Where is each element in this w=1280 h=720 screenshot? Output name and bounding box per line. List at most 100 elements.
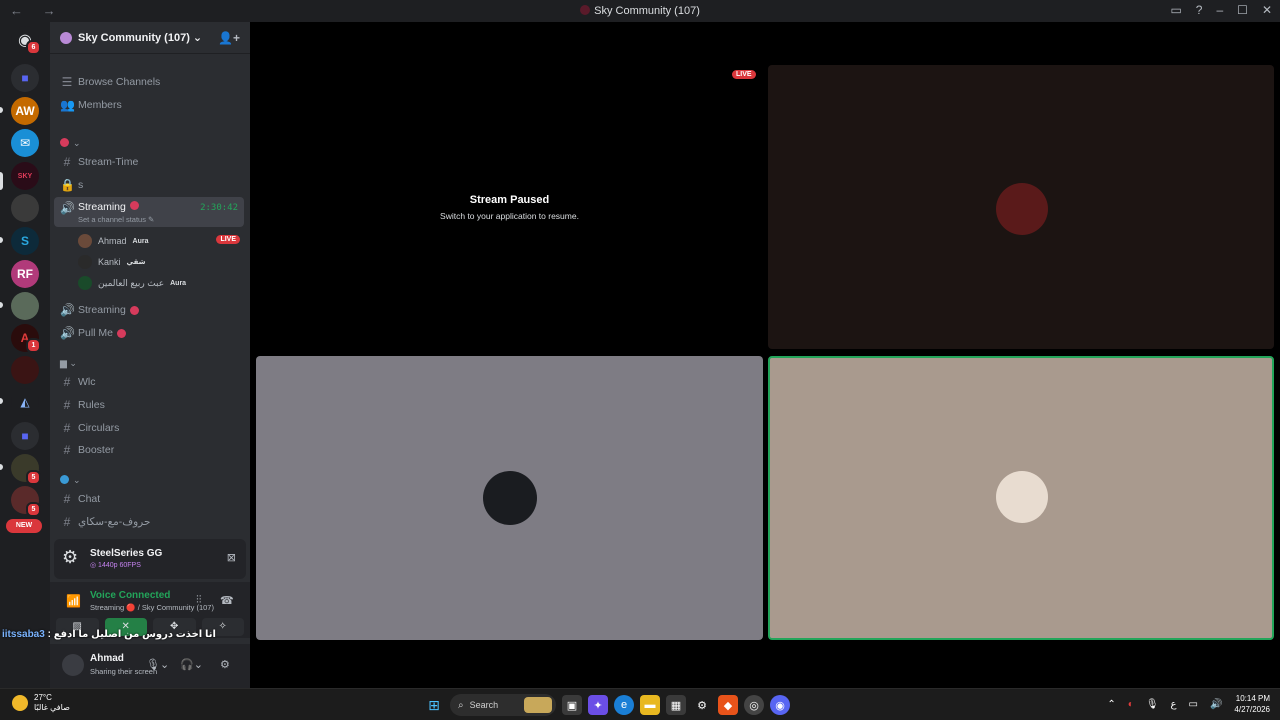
server-g-badge: 5 (26, 470, 41, 485)
windows-start-icon[interactable]: ⊞ (424, 695, 444, 715)
edge-icon[interactable]: e (614, 695, 634, 715)
channel-label: s (78, 179, 84, 191)
store-icon[interactable]: ▦ (666, 695, 686, 715)
voice-channel-pull-me[interactable]: 🔊 Pull Me (54, 323, 244, 343)
speaker-icon: 🔊 (60, 326, 75, 340)
tray-app-icon[interactable]: ◐ (1128, 699, 1134, 710)
brave-icon[interactable]: ◆ (718, 695, 738, 715)
hash-icon: # (63, 155, 71, 169)
paused-stream-tile[interactable]: Stream Paused Switch to your application… (256, 65, 763, 349)
weather-widget[interactable]: 27°C صافي غالبًا (12, 693, 70, 713)
noise-suppression-icon[interactable]: ⫶⫶ (196, 594, 202, 607)
channel-label: Streaming (78, 304, 126, 316)
server-sky-icon[interactable]: SKY (11, 162, 39, 190)
obs-icon[interactable]: ◎ (744, 695, 764, 715)
channel-label: Chat (78, 493, 101, 505)
server-aw-icon[interactable]: AW (11, 97, 39, 125)
avatar (78, 234, 92, 248)
steelseries-taskbar-icon[interactable]: ⚙ (692, 695, 712, 715)
voice-user-kanki[interactable]: Kanki شقي (78, 252, 244, 272)
channel-arabic[interactable]: # حروف-مع-سكاي (54, 512, 244, 532)
server-mountain-icon[interactable]: ◭ (11, 388, 39, 416)
server-portrait-icon[interactable] (11, 292, 39, 320)
channel-wlc[interactable]: # Wlc (54, 372, 244, 392)
taskbar-search[interactable]: ⌕ Search (450, 694, 556, 716)
avatar (78, 276, 92, 290)
stream-paused-title: Stream Paused (469, 194, 550, 206)
copilot-icon[interactable]: ✦ (588, 695, 608, 715)
live-badge: LIVE (216, 235, 240, 244)
tray-chevron-icon[interactable]: ⌃ (1107, 699, 1115, 710)
server-badge-icon (60, 31, 72, 44)
window-title-text: Sky Community (107) (594, 5, 700, 17)
disconnect-icon[interactable]: ☎ (220, 594, 234, 607)
server-controller-icon[interactable]: ✉ (11, 129, 39, 157)
voice-user-name: Kanki (98, 257, 121, 267)
category-2[interactable]: ▆ ⌄ (60, 358, 77, 369)
network-icon[interactable]: ▭ (1189, 699, 1198, 710)
steelseries-name: SteelSeries GG (90, 548, 163, 559)
server-header[interactable]: Sky Community (107) ⌄ 👤+ (50, 22, 250, 54)
close-icon[interactable]: ✕ (1262, 3, 1272, 17)
volume-icon[interactable]: 🔊 (1210, 699, 1222, 710)
search-label: Search (469, 700, 499, 710)
maximize-icon[interactable]: ☐ (1237, 3, 1248, 17)
channel-stream-time[interactable]: # Stream-Time (54, 152, 244, 172)
server-rail: ◉ 6 ■ AW ✉ SKY S RF A 1 ◭ ■ 5 5 NEW (0, 22, 50, 688)
participant-tile-speaking[interactable] (768, 356, 1274, 640)
category-3[interactable]: ⌄ (60, 475, 81, 486)
lock-icon: 🔒 (60, 178, 75, 192)
signal-icon[interactable]: 📶 (66, 594, 81, 608)
channel-circulars[interactable]: # Circulars (54, 418, 244, 438)
voice-user-ahmad[interactable]: Ahmad Aura LIVE (78, 231, 244, 251)
system-clock[interactable]: 10:14 PM 4/27/2026 (1234, 693, 1270, 715)
steelseries-quality: ◎ 1440p 60FPS (90, 562, 141, 569)
voice-user-name: Ahmad (98, 236, 127, 246)
minimize-icon[interactable]: – (1216, 3, 1223, 17)
tray-mic-icon[interactable]: 🎙 (1146, 699, 1159, 710)
channel-s[interactable]: 🔒 s (54, 175, 244, 195)
channel-booster[interactable]: # Booster (54, 440, 244, 460)
members-item[interactable]: 👥 Members (54, 95, 244, 115)
channel-label: Streaming (78, 201, 126, 213)
discord-taskbar-icon[interactable]: ◉ (770, 695, 790, 715)
headset-icon[interactable]: 🎧⌄ (180, 658, 203, 671)
user-tag: Aura (132, 237, 149, 245)
channel-chat[interactable]: # Chat (54, 489, 244, 509)
language-indicator[interactable]: ع (1171, 699, 1177, 710)
voice-status[interactable]: Voice Connected (90, 590, 170, 601)
list-icon: ☰ (61, 75, 73, 89)
members-label: Members (78, 99, 122, 111)
browse-channels[interactable]: ☰ Browse Channels (54, 72, 244, 92)
mic-icon[interactable]: 🎙⌄ (146, 658, 169, 671)
channel-label: Circulars (78, 422, 120, 434)
close-stream-icon[interactable]: ⊠ (227, 551, 236, 564)
channel-rules[interactable]: # Rules (54, 395, 244, 415)
participant-tile-2[interactable] (256, 356, 763, 640)
weather-sun-icon (12, 695, 28, 711)
folder-2-icon[interactable]: ■ (11, 422, 39, 450)
user-tag: Aura (170, 279, 187, 287)
voice-channel-streaming-active[interactable]: 🔊 Streaming Set a channel status ✎ 2:30:… (54, 197, 244, 227)
category-1[interactable]: ⌄ (60, 138, 81, 149)
settings-gear-icon[interactable]: ⚙ (220, 658, 230, 671)
help-icon[interactable]: ? (1196, 3, 1203, 17)
server-s-icon[interactable]: S (11, 227, 39, 255)
channel-status[interactable]: Set a channel status ✎ (78, 215, 154, 224)
task-view-icon[interactable]: ▣ (562, 695, 582, 715)
weather-desc: صافي غالبًا (34, 703, 70, 712)
invite-people-icon[interactable]: 👤+ (218, 31, 240, 45)
voice-user-name: عبث ربيع العالمين (98, 277, 165, 288)
inbox-icon[interactable]: ▭ (1170, 3, 1181, 17)
file-explorer-icon[interactable]: ▬ (640, 695, 660, 715)
hash-icon: # (63, 515, 71, 529)
voice-user-arabic[interactable]: عبث ربيع العالمين Aura (78, 273, 244, 293)
server-favicon-icon (580, 5, 591, 15)
server-rf-icon[interactable]: RF (11, 260, 39, 288)
voice-channel-streaming[interactable]: 🔊 Streaming (54, 300, 244, 320)
server-dark-icon[interactable] (11, 194, 39, 222)
server-figure-icon[interactable] (11, 356, 39, 384)
user-avatar[interactable] (62, 654, 84, 676)
participant-tile-1[interactable] (768, 65, 1274, 349)
folder-icon[interactable]: ■ (11, 64, 39, 92)
